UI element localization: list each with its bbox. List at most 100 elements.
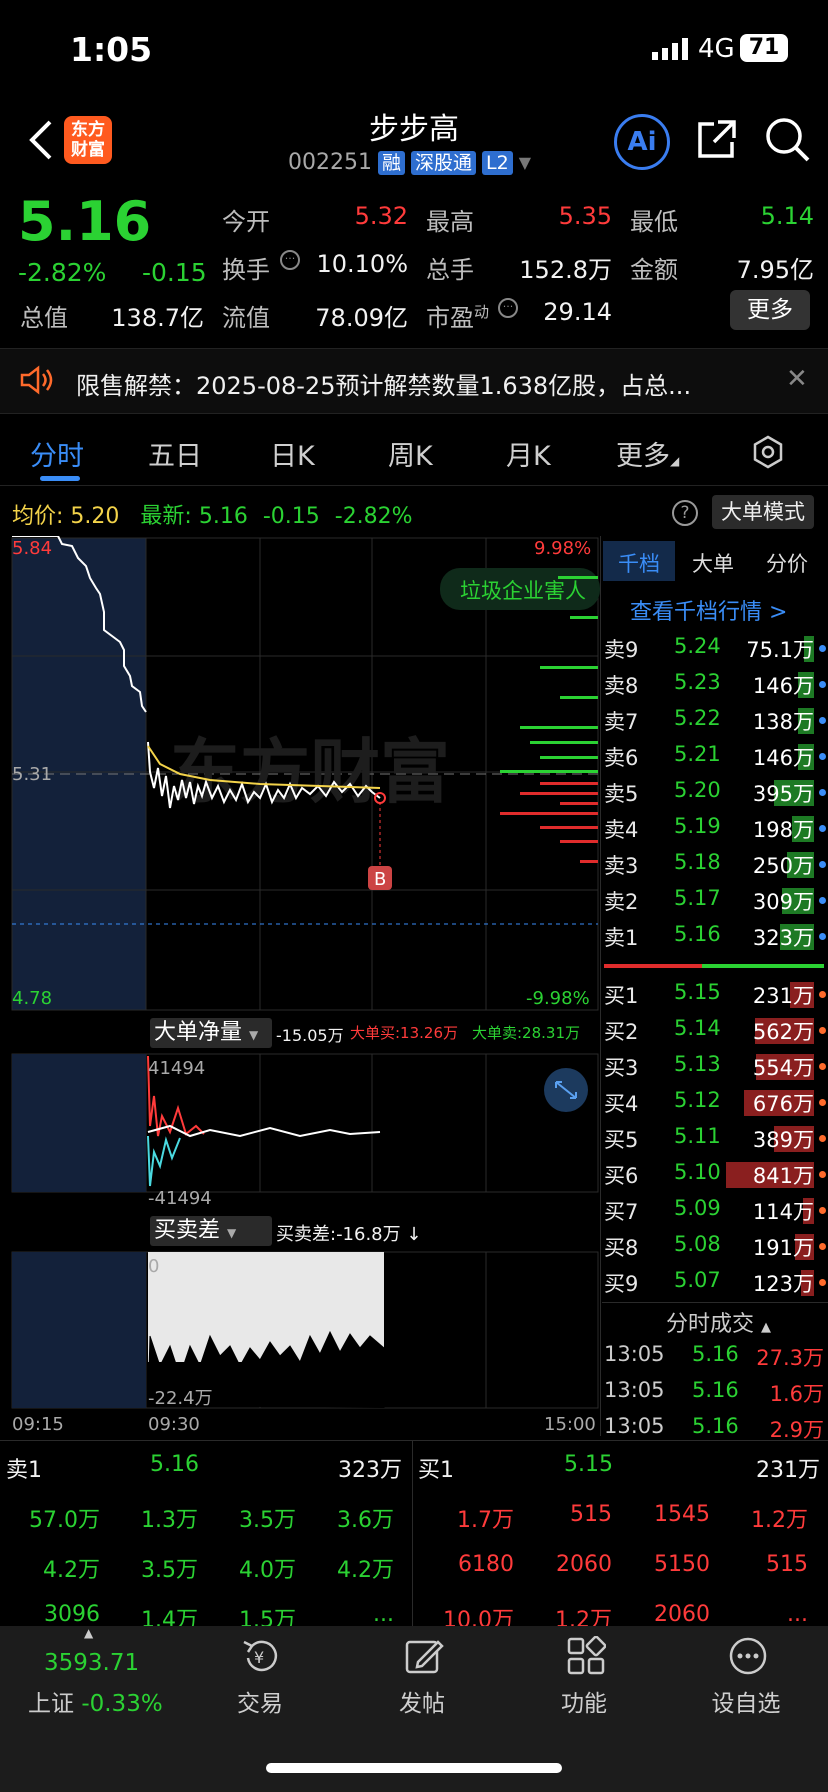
tab-monthly-k[interactable]: 月K (506, 434, 551, 473)
chevron-down-icon: ◢ (670, 454, 680, 468)
buy-level-row[interactable]: 买2 5.14 562万 (602, 1012, 828, 1048)
tab-intraday[interactable]: 分时 (30, 434, 84, 473)
margin-tag: 融 (377, 150, 405, 175)
search-icon[interactable] (764, 116, 810, 162)
sell-level-row[interactable]: 卖5 5.20 395万 (602, 774, 828, 810)
sell-level-dot (819, 681, 826, 688)
latest-change: -0.15 (262, 504, 320, 529)
tab-thousand-levels[interactable]: 千档 (618, 548, 660, 578)
tab-weekly-k[interactable]: 周K (388, 434, 433, 473)
buy-level-price: 5.14 (674, 1016, 721, 1040)
buy-level-label: 买7 (604, 1200, 639, 1224)
sell-level-volume: 395万 (752, 782, 814, 806)
sell-level-row[interactable]: 卖3 5.18 250万 (602, 846, 828, 882)
home-indicator[interactable] (266, 1763, 562, 1773)
sell-level-row[interactable]: 卖6 5.21 146万 (602, 738, 828, 774)
buy-level-row[interactable]: 买9 5.07 123万 (602, 1264, 828, 1300)
big-buy-value: 大单买:13.26万 (350, 1024, 458, 1042)
nav-trade[interactable]: 交易 (210, 1684, 310, 1718)
buy-level-label: 买9 (604, 1272, 639, 1296)
subpanel2-dropdown[interactable]: 买卖差 ▼ (150, 1216, 272, 1246)
buy-level-row[interactable]: 买3 5.13 554万 (602, 1048, 828, 1084)
ticks-divider (602, 1302, 828, 1303)
turnover-label: 换手 (222, 256, 270, 284)
sell-level-row[interactable]: 卖8 5.23 146万 (602, 666, 828, 702)
sell_orders-cell: 57.0万 (29, 1508, 100, 1533)
buy_orders-cell: 2060 (556, 1552, 612, 1577)
post-icon[interactable] (404, 1636, 444, 1676)
sell-level-row[interactable]: 卖2 5.17 309万 (602, 882, 828, 918)
buy-level-dot (819, 1063, 826, 1070)
sell_orders-cell: 4.0万 (239, 1558, 296, 1583)
more-button[interactable]: 更多 (730, 290, 810, 330)
buy-level-row[interactable]: 买8 5.08 191万 (602, 1228, 828, 1264)
nav-functions[interactable]: 功能 (534, 1684, 634, 1718)
stock-code-row[interactable]: 002251 融 深股通 L2 ▼ (288, 150, 531, 175)
trade-icon[interactable]: ¥ (240, 1636, 284, 1676)
tab-more[interactable]: 更多◢ (616, 434, 679, 473)
float-cap-value: 78.09亿 (315, 304, 408, 332)
pe-superscript: 动 (474, 303, 490, 321)
subpanel1-dropdown[interactable]: 大单净量 ▼ (150, 1018, 272, 1048)
summary-buy-volume: 231万 (756, 1458, 820, 1483)
buy_orders-cell: 2060 (654, 1602, 710, 1627)
pe-info-icon[interactable]: ··· (498, 298, 518, 318)
sell-level-volume: 75.1万 (746, 638, 814, 662)
nav-post[interactable]: 发帖 (372, 1684, 472, 1718)
sell-level-row[interactable]: 卖1 5.16 323万 (602, 918, 828, 954)
subpanel2-value: 买卖差:-16.8万 ↓ (276, 1224, 422, 1245)
tab-daily-k[interactable]: 日K (270, 434, 315, 473)
buy-level-price: 5.11 (674, 1124, 721, 1148)
info-icon[interactable]: ··· (280, 250, 300, 270)
change-percent: -2.82% (18, 258, 107, 287)
tick-time: 13:05 (604, 1342, 665, 1366)
index-value[interactable]: 3593.71 (44, 1650, 139, 1676)
big-sell-value: 大单卖:28.31万 (472, 1024, 580, 1042)
sell-level-volume: 138万 (752, 710, 814, 734)
buy-level-row[interactable]: 买7 5.09 114万 (602, 1192, 828, 1228)
buy-level-label: 买8 (604, 1236, 639, 1260)
subpanel2-zero-label: 0 (148, 1256, 160, 1277)
buy-level-dot (819, 1027, 826, 1034)
sell-level-volume: 250万 (752, 854, 814, 878)
buy-level-volume: 123万 (752, 1272, 814, 1296)
subpanel1-max-label: 41494 (148, 1058, 206, 1079)
gear-icon[interactable] (750, 434, 786, 470)
tab-big-orders[interactable]: 大单 (692, 548, 734, 578)
buy-level-row[interactable]: 买1 5.15 231万 (602, 976, 828, 1012)
sell-level-row[interactable]: 卖4 5.19 198万 (602, 810, 828, 846)
buy-level-row[interactable]: 买5 5.11 389万 (602, 1120, 828, 1156)
time-end-label: 15:00 (544, 1414, 596, 1435)
net-line (147, 1124, 381, 1138)
sell-level-dot (819, 897, 826, 904)
buy-level-label: 买6 (604, 1164, 639, 1188)
current-price: 5.16 (18, 190, 152, 253)
sell-level-row[interactable]: 卖7 5.22 138万 (602, 702, 828, 738)
close-icon[interactable]: ✕ (786, 364, 808, 394)
ai-icon[interactable]: Ai (614, 114, 670, 170)
sell_orders-cell: 4.2万 (337, 1558, 394, 1583)
sell-level-label: 卖4 (604, 818, 639, 842)
tab-price-split[interactable]: 分价 (766, 548, 808, 578)
help-icon[interactable]: ? (672, 500, 698, 526)
big-order-mode-button[interactable]: 大单模式 (712, 495, 814, 529)
amount-value: 7.95亿 (736, 256, 814, 284)
more-dots-icon[interactable] (728, 1636, 768, 1676)
nav-add-watchlist[interactable]: 设自选 (696, 1684, 796, 1718)
intraday-chart[interactable]: 东方财富 垃圾企业害人 B (0, 536, 602, 1626)
view-depth-link[interactable]: 查看千档行情 > (630, 594, 787, 626)
tick-volume: 1.6万 (769, 1382, 824, 1406)
functions-icon[interactable] (566, 1636, 606, 1676)
sell-level-label: 卖6 (604, 746, 639, 770)
share-icon[interactable] (696, 118, 738, 160)
tab-five-day[interactable]: 五日 (148, 434, 202, 473)
sell-level-row[interactable]: 卖9 5.24 75.1万 (602, 630, 828, 666)
ticks-title[interactable]: 分时成交 ▲ (666, 1306, 771, 1338)
subpanel2-min-label: -22.4万 (148, 1388, 213, 1409)
buy-level-row[interactable]: 买4 5.12 676万 (602, 1084, 828, 1120)
subpanel1-pre-open (12, 1054, 146, 1192)
buy-level-row[interactable]: 买6 5.10 841万 (602, 1156, 828, 1192)
index-row[interactable]: 上证 -0.33% (28, 1684, 163, 1718)
stock-code: 002251 (288, 150, 372, 175)
speaker-icon (20, 365, 53, 395)
